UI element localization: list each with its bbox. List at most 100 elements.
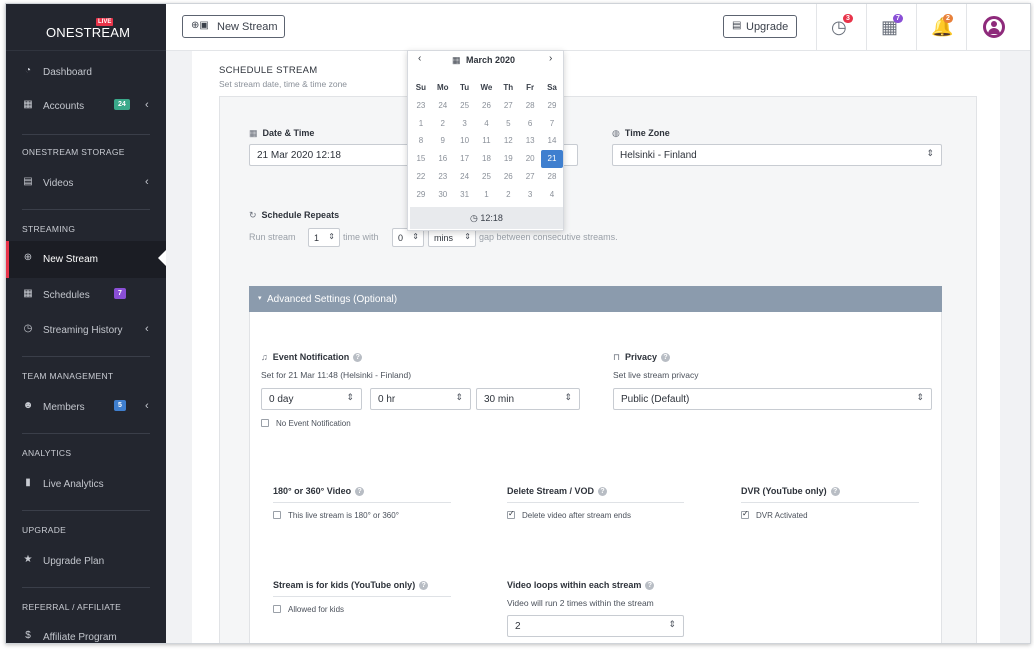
calendar-day[interactable]: 28 (519, 97, 541, 115)
calendar-day[interactable]: 5 (497, 115, 519, 133)
users-icon: ☻ (22, 400, 34, 411)
new-stream-button[interactable]: ⊕▣ New Stream (182, 15, 285, 38)
lock-icon: ⊓ (613, 352, 621, 362)
day-value: 0 day (269, 394, 294, 405)
calendar-day[interactable]: 1 (476, 186, 498, 204)
sidebar-item-streaming-history[interactable]: ◷ Streaming History ‹ (6, 320, 166, 340)
next-month-button[interactable]: › (549, 53, 552, 64)
calendar-day[interactable]: 14 (541, 132, 563, 150)
calendar-day[interactable]: 26 (497, 168, 519, 186)
calendar-day[interactable]: 3 (454, 115, 476, 133)
kids-checkbox[interactable]: Allowed for kids (273, 605, 344, 614)
privacy-select[interactable]: Public (Default) ⇕ (613, 388, 932, 410)
topbar: ⊕▣ New Stream ▤ Upgrade ◷ 3 ▦ 7 🔔 2 (166, 4, 1030, 51)
calendar-day[interactable]: 12 (497, 132, 519, 150)
calendar-day[interactable]: 24 (454, 168, 476, 186)
calendar-day[interactable]: 26 (476, 97, 498, 115)
calendar-day[interactable]: 27 (519, 168, 541, 186)
calendar-day[interactable]: 25 (454, 97, 476, 115)
no-event-notification-checkbox[interactable]: No Event Notification (261, 419, 351, 428)
help-icon[interactable]: ? (419, 581, 429, 590)
notify-hour-select[interactable]: 0 hr ⇕ (370, 388, 471, 410)
weekday-label: We (480, 83, 493, 92)
sidebar-item-upgrade-plan[interactable]: ★ Upgrade Plan (6, 551, 166, 571)
calendar-day[interactable]: 29 (410, 186, 432, 204)
calendar-day[interactable]: 31 (454, 186, 476, 204)
dvr-checkbox[interactable]: DVR Activated (741, 509, 808, 520)
upgrade-button[interactable]: ▤ Upgrade (723, 15, 797, 38)
advanced-settings-toggle[interactable]: ▾ Advanced Settings (Optional) (249, 286, 942, 312)
help-icon[interactable]: ? (598, 487, 608, 496)
profile-button[interactable] (966, 4, 1030, 51)
checkbox[interactable] (273, 605, 281, 613)
calendar-day[interactable]: 4 (476, 115, 498, 133)
calendar-day-selected[interactable]: 21 (541, 150, 563, 168)
calendar-day[interactable]: 18 (476, 150, 498, 168)
notifications-button[interactable]: 🔔 2 (916, 4, 966, 51)
calendar-day[interactable]: 1 (410, 115, 432, 133)
calendar-day[interactable]: 9 (432, 132, 454, 150)
notify-minute-select[interactable]: 30 min ⇕ (476, 388, 580, 410)
clock-icon: ◷ (470, 213, 481, 223)
calendar-day[interactable]: 4 (541, 186, 563, 204)
advanced-settings-panel: ♫ Event Notification? Set for 21 Mar 11:4… (249, 312, 942, 643)
calendar-day[interactable]: 20 (519, 150, 541, 168)
time-picker-toggle[interactable]: ◷ 12:18 (410, 207, 563, 229)
notify-day-select[interactable]: 0 day ⇕ (261, 388, 362, 410)
calendar-day[interactable]: 6 (519, 115, 541, 133)
help-icon[interactable]: ? (645, 581, 655, 590)
weekday-label: Mo (436, 83, 449, 92)
checkbox-checked[interactable] (507, 509, 515, 519)
calendar-day[interactable]: 24 (432, 97, 454, 115)
sidebar-item-new-stream[interactable]: ⊕ New Stream (6, 241, 166, 278)
delete-video-checkbox[interactable]: Delete video after stream ends (507, 509, 631, 520)
calendar-day[interactable]: 23 (410, 97, 432, 115)
delete-stream-label: Delete Stream / VOD? (507, 486, 608, 496)
calendar-day[interactable]: 27 (497, 97, 519, 115)
checkbox[interactable] (273, 511, 281, 519)
prev-month-button[interactable]: ‹ (418, 53, 421, 64)
checkbox-checked[interactable] (741, 509, 749, 519)
select-arrows-icon: ⇕ (916, 392, 924, 402)
sidebar-item-accounts[interactable]: ▦ Accounts 24 ‹ (6, 96, 166, 116)
video-360-checkbox[interactable]: This live stream is 180° or 360° (273, 511, 399, 520)
calendar-day[interactable]: 25 (476, 168, 498, 186)
sidebar-item-dashboard[interactable]: ◔ Dashboard (6, 62, 166, 82)
calendar-day[interactable]: 3 (519, 186, 541, 204)
schedules-button[interactable]: ▦ 7 (866, 4, 916, 51)
avatar (983, 16, 1005, 38)
calendar-day[interactable]: 17 (454, 150, 476, 168)
calendar-day[interactable]: 15 (410, 150, 432, 168)
repeat-count-select[interactable]: 1 ⇕ (308, 228, 340, 247)
video-loops-select[interactable]: 2 ⇕ (507, 615, 684, 637)
calendar-day[interactable]: 10 (454, 132, 476, 150)
calendar-day[interactable]: 2 (432, 115, 454, 133)
calendar-day[interactable]: 2 (497, 186, 519, 204)
calendar-day[interactable]: 13 (519, 132, 541, 150)
help-icon[interactable]: ? (830, 487, 840, 496)
sidebar-item-schedules[interactable]: ▦ Schedules 7 (6, 285, 166, 305)
streams-button[interactable]: ◷ 3 (816, 4, 866, 51)
calendar-day[interactable]: 29 (541, 97, 563, 115)
sidebar-item-videos[interactable]: ▤ Videos ‹ (6, 173, 166, 193)
calendar-day[interactable]: 11 (476, 132, 498, 150)
help-icon[interactable]: ? (355, 487, 365, 496)
video-loops-value: 2 (515, 621, 521, 632)
time-zone-select[interactable]: Helsinki - Finland ⇕ (612, 144, 942, 166)
calendar-day[interactable]: 19 (497, 150, 519, 168)
calendar-day[interactable]: 22 (410, 168, 432, 186)
logo[interactable]: LIVE ONESTREAM (6, 4, 166, 51)
sidebar-item-affiliate-program[interactable]: $ Affiliate Program (6, 627, 166, 643)
calendar-day[interactable]: 23 (432, 168, 454, 186)
help-icon[interactable]: ? (661, 353, 671, 362)
checkbox[interactable] (261, 419, 269, 427)
caret-down-icon: ▾ (258, 295, 262, 302)
calendar-day[interactable]: 7 (541, 115, 563, 133)
calendar-day[interactable]: 30 (432, 186, 454, 204)
help-icon[interactable]: ? (353, 353, 363, 362)
calendar-day[interactable]: 28 (541, 168, 563, 186)
calendar-day[interactable]: 16 (432, 150, 454, 168)
calendar-day[interactable]: 8 (410, 132, 432, 150)
sidebar-item-live-analytics[interactable]: ▮ Live Analytics (6, 474, 166, 494)
sidebar-item-members[interactable]: ☻ Members 5 ‹ (6, 397, 166, 417)
